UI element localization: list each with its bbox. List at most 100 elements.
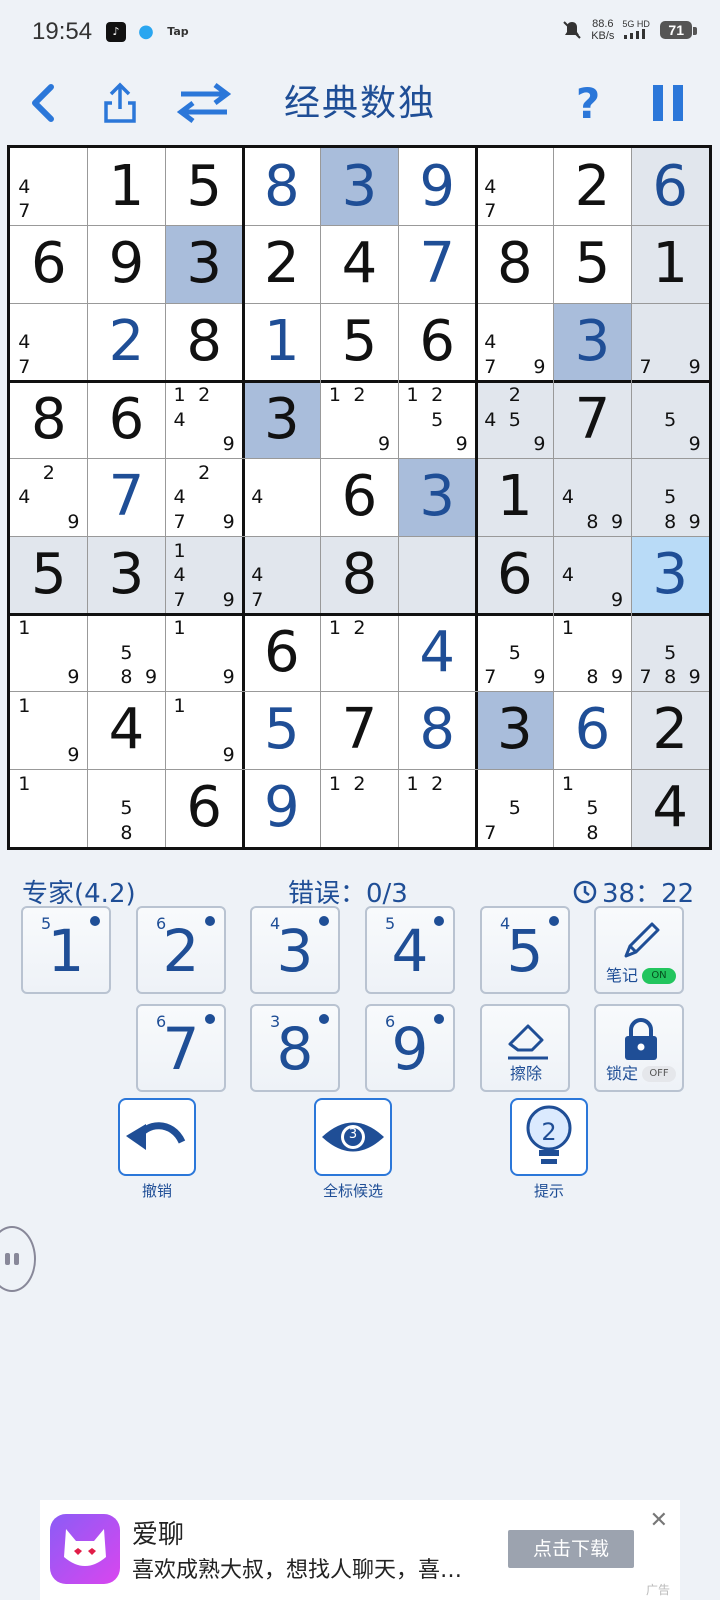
sudoku-cell[interactable]: 9 bbox=[88, 226, 166, 304]
sudoku-cell[interactable]: 124 9 bbox=[165, 381, 243, 459]
sudoku-cell[interactable]: 3 bbox=[87, 536, 166, 614]
digit-key-5[interactable]: 45 bbox=[480, 906, 570, 994]
sudoku-cell[interactable]: 8 bbox=[10, 381, 88, 459]
sudoku-cell[interactable]: 1259 bbox=[398, 381, 476, 459]
sudoku-cell[interactable]: 19 bbox=[165, 692, 243, 770]
sudoku-cell[interactable]: 6 bbox=[243, 614, 321, 692]
digit-key-8[interactable]: 38 bbox=[250, 1004, 340, 1092]
sudoku-cell[interactable]: 8 bbox=[243, 148, 321, 226]
sudoku-cell[interactable]: 6 bbox=[554, 692, 632, 770]
ad-close-icon[interactable]: ✕ bbox=[650, 1508, 668, 1533]
sudoku-cell[interactable] bbox=[398, 536, 476, 614]
sudoku-cell[interactable]: 12 9 bbox=[321, 381, 399, 459]
sudoku-cell[interactable]: 7 bbox=[321, 692, 399, 770]
sudoku-cell[interactable]: 1 bbox=[243, 303, 321, 381]
sudoku-cell[interactable]: 47 9 bbox=[476, 303, 554, 381]
sudoku-cell[interactable]: 2 bbox=[88, 303, 166, 381]
sudoku-cell[interactable]: 3 bbox=[320, 148, 399, 226]
sudoku-cell[interactable]: 3 bbox=[553, 303, 632, 381]
sudoku-cell[interactable]: 47 bbox=[10, 303, 88, 381]
sudoku-cell[interactable]: 4 bbox=[243, 459, 321, 537]
digit-key-3[interactable]: 43 bbox=[250, 906, 340, 994]
sudoku-cell[interactable]: 5 bbox=[165, 148, 243, 226]
sudoku-cell[interactable]: 19 bbox=[10, 692, 88, 770]
sudoku-cell[interactable]: 6 bbox=[321, 459, 399, 537]
sudoku-cell[interactable]: 3 bbox=[243, 381, 321, 459]
sudoku-cell[interactable]: 57 bbox=[476, 769, 554, 847]
sudoku-cell[interactable]: 4 bbox=[631, 769, 709, 847]
sudoku-cell[interactable]: 47 bbox=[476, 148, 554, 226]
sudoku-cell[interactable]: 7 bbox=[553, 381, 632, 459]
ad-banner[interactable]: 爱聊 喜欢成熟大叔，想找人聊天，喜… 点击下载 ✕ 广告 bbox=[40, 1500, 680, 1600]
mark-all-button[interactable]: 3 bbox=[314, 1098, 392, 1176]
sudoku-cell[interactable]: 147 9 bbox=[165, 536, 243, 614]
sudoku-cell[interactable]: 489 bbox=[553, 458, 632, 537]
lock-button[interactable]: 锁定 OFF bbox=[594, 1004, 684, 1092]
digit-key-7[interactable]: 67 bbox=[136, 1004, 226, 1092]
sudoku-cell[interactable]: 6 bbox=[631, 148, 709, 226]
sudoku-cell[interactable]: 8 bbox=[476, 226, 554, 304]
sudoku-cell[interactable]: 158 bbox=[554, 769, 632, 847]
sudoku-cell[interactable]: 5 bbox=[554, 226, 632, 304]
sudoku-cell[interactable]: 47 bbox=[243, 536, 321, 614]
lock-toggle[interactable]: OFF bbox=[642, 1066, 676, 1082]
sudoku-cell[interactable]: 3 bbox=[398, 458, 476, 537]
sudoku-cell[interactable]: 57 9 bbox=[476, 614, 554, 692]
erase-button[interactable]: 擦除 bbox=[480, 1004, 570, 1092]
sudoku-cell[interactable]: 4 bbox=[398, 614, 476, 692]
sudoku-cell[interactable]: 247 9 bbox=[165, 459, 243, 537]
sudoku-cell[interactable]: 59 bbox=[631, 381, 709, 459]
sudoku-cell[interactable]: 5 bbox=[243, 692, 321, 770]
undo-button[interactable] bbox=[118, 1098, 196, 1176]
sudoku-cell[interactable]: 24 9 bbox=[10, 459, 88, 537]
digit-key-4[interactable]: 54 bbox=[365, 906, 455, 994]
sudoku-cell[interactable]: 6 bbox=[10, 226, 88, 304]
sudoku-cell[interactable]: 1 bbox=[10, 769, 88, 847]
sudoku-cell[interactable]: 12 bbox=[321, 769, 399, 847]
sudoku-cell[interactable]: 3 bbox=[165, 225, 243, 304]
sudoku-cell[interactable]: 5789 bbox=[631, 614, 709, 692]
notes-toggle[interactable]: ON bbox=[642, 968, 676, 984]
sudoku-cell[interactable]: 1 bbox=[476, 458, 554, 537]
sudoku-cell[interactable]: 589 bbox=[631, 458, 709, 537]
digit-key-9[interactable]: 69 bbox=[365, 1004, 455, 1092]
digit-key-1[interactable]: 51 bbox=[21, 906, 111, 994]
sudoku-cell[interactable]: 589 bbox=[88, 614, 166, 692]
sudoku-cell[interactable]: 8 bbox=[320, 536, 399, 614]
sudoku-cell[interactable]: 49 bbox=[553, 536, 632, 614]
sudoku-cell[interactable]: 7 bbox=[88, 459, 166, 537]
sudoku-cell[interactable]: 1 bbox=[631, 225, 709, 304]
sudoku-cell[interactable]: 47 bbox=[10, 148, 88, 226]
floating-assist-button[interactable] bbox=[0, 1226, 36, 1292]
sudoku-cell[interactable]: 7 bbox=[398, 226, 476, 304]
ad-download-button[interactable]: 点击下载 bbox=[508, 1530, 634, 1568]
sudoku-cell[interactable]: 8 bbox=[165, 303, 243, 381]
sudoku-cell[interactable]: 3 bbox=[476, 691, 554, 770]
sudoku-cell[interactable]: 12 bbox=[321, 614, 399, 692]
sudoku-cell[interactable]: 6 bbox=[476, 536, 554, 614]
sudoku-cell[interactable]: 5 bbox=[10, 536, 88, 614]
sudoku-cell[interactable]: 1 bbox=[88, 148, 166, 226]
sudoku-cell[interactable]: 2 bbox=[631, 691, 709, 770]
hint-button[interactable]: 2 bbox=[510, 1098, 588, 1176]
sudoku-cell[interactable]: 2 bbox=[243, 226, 321, 304]
sudoku-cell[interactable]: 9 bbox=[398, 148, 476, 226]
sudoku-cell[interactable]: 6 bbox=[88, 381, 166, 459]
sudoku-cell[interactable]: 19 bbox=[165, 614, 243, 692]
sudoku-cell[interactable]: 3 bbox=[631, 536, 709, 614]
sudoku-cell[interactable]: 9 bbox=[243, 769, 321, 847]
digit-key-2[interactable]: 62 bbox=[136, 906, 226, 994]
sudoku-cell[interactable]: 1 89 bbox=[554, 614, 632, 692]
sudoku-cell[interactable]: 8 bbox=[398, 692, 476, 770]
sudoku-cell[interactable]: 2459 bbox=[476, 381, 554, 459]
sudoku-cell[interactable]: 6 bbox=[398, 303, 476, 381]
sudoku-cell[interactable]: 12 bbox=[398, 769, 476, 847]
sudoku-cell[interactable]: 19 bbox=[10, 614, 88, 692]
sudoku-cell[interactable]: 6 bbox=[165, 769, 243, 847]
sudoku-cell[interactable]: 79 bbox=[631, 303, 709, 381]
sudoku-cell[interactable]: 4 bbox=[321, 226, 399, 304]
sudoku-cell[interactable]: 58 bbox=[88, 769, 166, 847]
sudoku-cell[interactable]: 5 bbox=[321, 303, 399, 381]
sudoku-cell[interactable]: 4 bbox=[88, 692, 166, 770]
sudoku-cell[interactable]: 2 bbox=[554, 148, 632, 226]
